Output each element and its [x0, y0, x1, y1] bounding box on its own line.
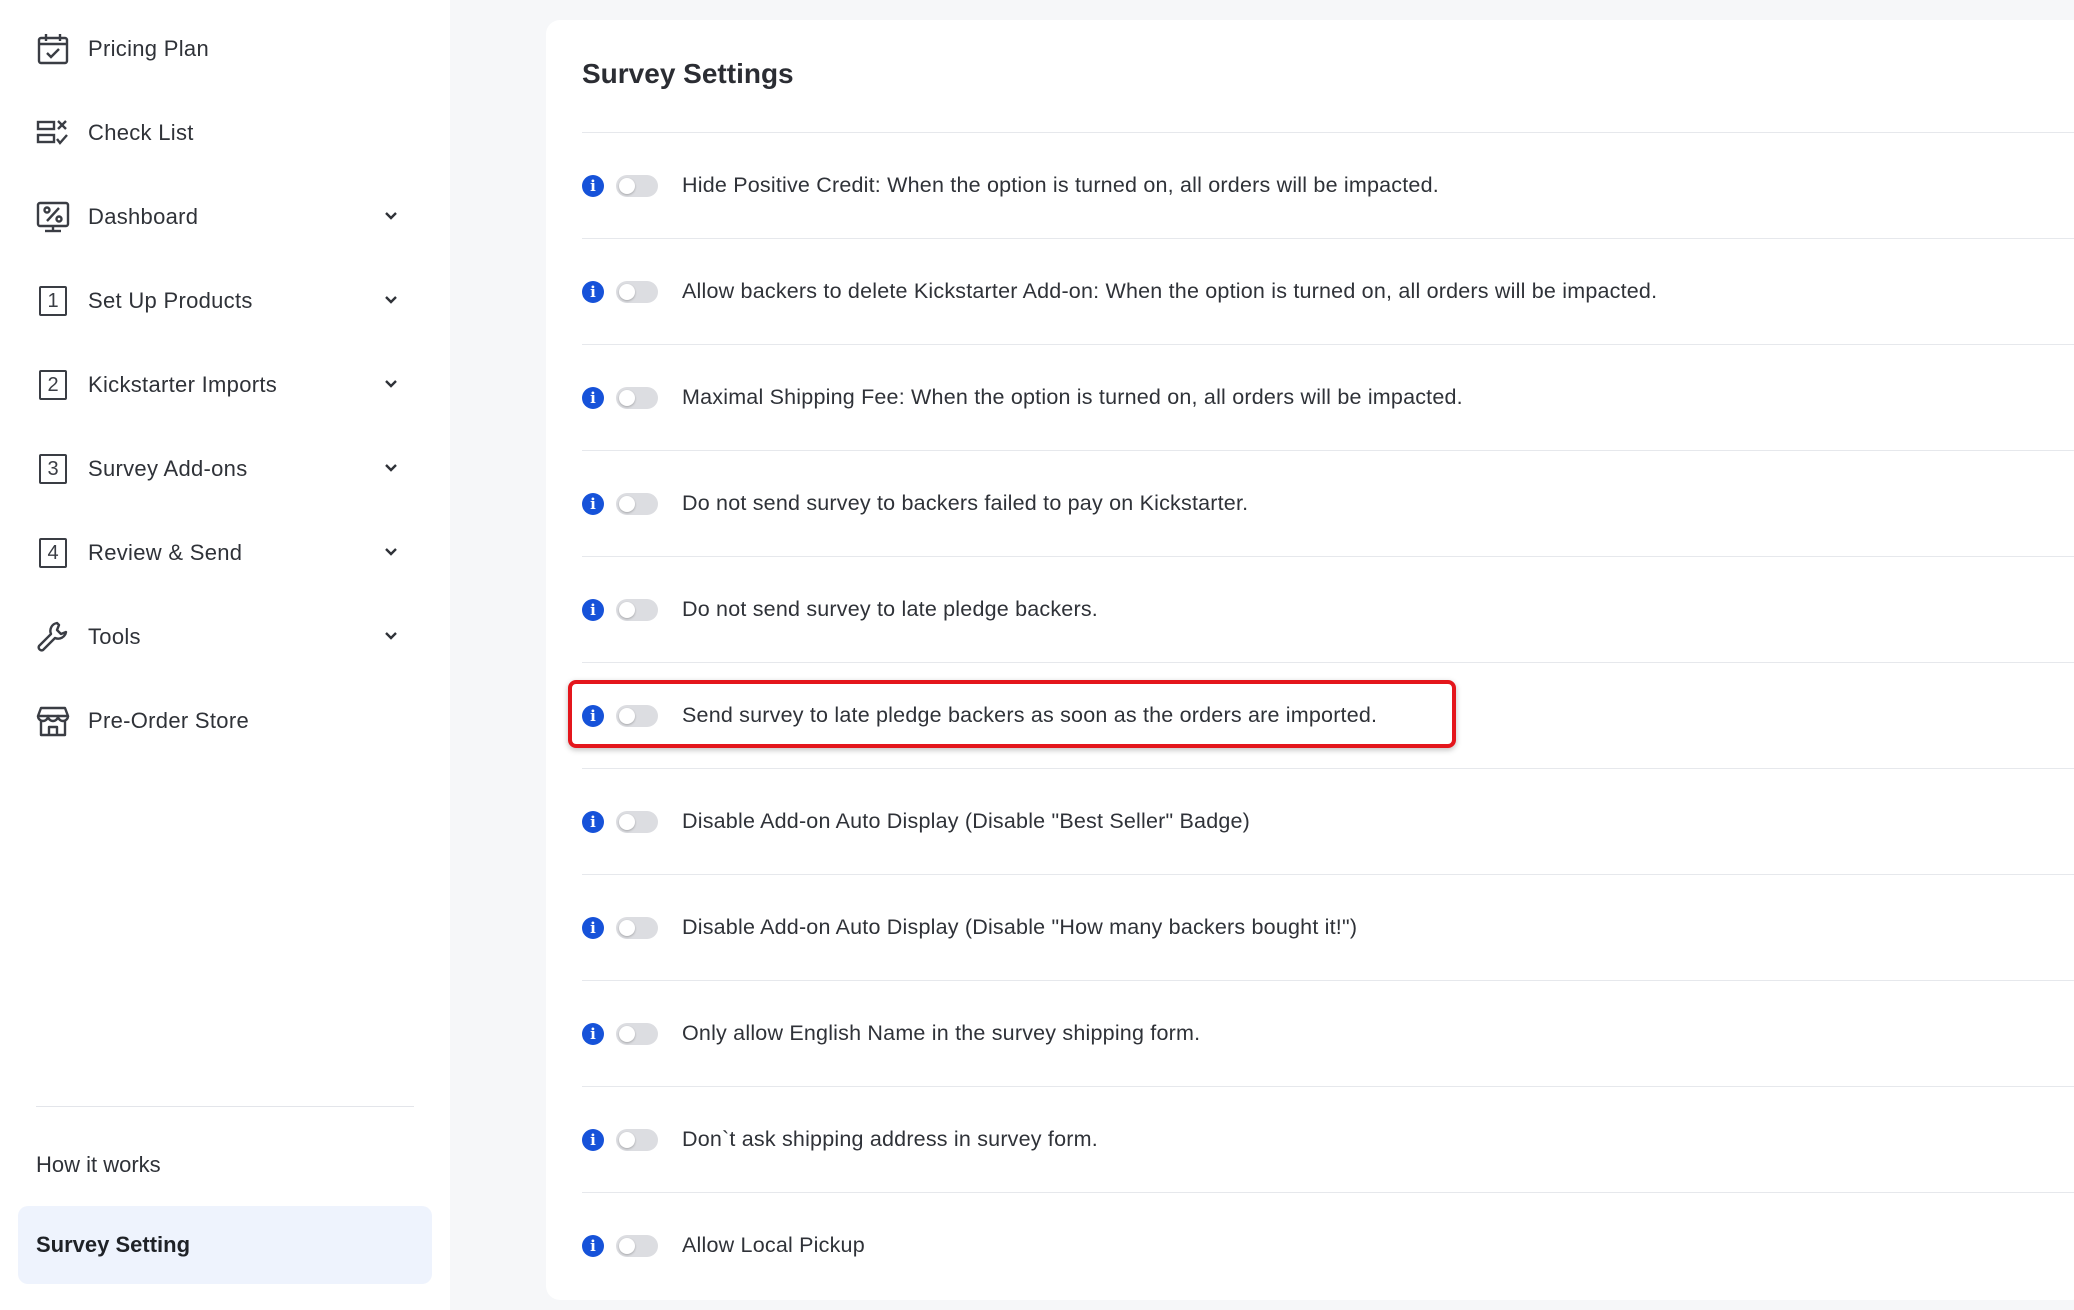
info-icon[interactable]: i [582, 916, 604, 939]
setting-row: i Do not send survey to backers failed t… [582, 450, 2074, 556]
setting-row: i Only allow English Name in the survey … [582, 980, 2074, 1086]
setting-toggle[interactable] [616, 598, 658, 621]
info-icon[interactable]: i [582, 1022, 604, 1045]
setting-toggle[interactable] [616, 386, 658, 409]
setting-row: i Send survey to late pledge backers as … [582, 662, 2074, 768]
sidebar-item-label: Set Up Products [88, 288, 253, 313]
setting-label: Maximal Shipping Fee: When the option is… [682, 385, 1463, 409]
setting-label: Disable Add-on Auto Display (Disable "Ho… [682, 915, 1358, 939]
setting-toggle[interactable] [616, 492, 658, 515]
sidebar-item-label: Check List [88, 120, 194, 145]
setting-label: Disable Add-on Auto Display (Disable "Be… [682, 809, 1251, 833]
sidebar-item-label: Pricing Plan [88, 36, 209, 61]
chevron-down-icon[interactable] [382, 543, 400, 561]
store-icon [36, 704, 70, 738]
setting-row: i Hide Positive Credit: When the option … [582, 132, 2074, 238]
sidebar-item-label: Dashboard [88, 204, 199, 229]
chevron-down-icon[interactable] [382, 627, 400, 645]
sidebar-item-label: Kickstarter Imports [88, 372, 278, 397]
step-3-icon: 3 [36, 452, 70, 486]
info-icon[interactable]: i [582, 174, 604, 197]
page-title: Survey Settings [582, 58, 794, 89]
sidebar-item-survey-setting[interactable]: Survey Setting [18, 1206, 432, 1284]
chevron-down-icon[interactable] [382, 207, 400, 225]
sidebar: Pricing Plan Check List Dashboard 1 Set … [0, 0, 450, 1310]
chevron-down-icon[interactable] [382, 291, 400, 309]
info-icon[interactable]: i [582, 280, 604, 303]
sidebar-item-label: Tools [88, 624, 141, 649]
setting-row: i Allow Local Pickup [582, 1192, 2074, 1298]
sidebar-item-set-up-products[interactable]: 1 Set Up Products [36, 273, 416, 329]
setting-label: Allow backers to delete Kickstarter Add-… [682, 279, 1658, 303]
setting-row: i Allow backers to delete Kickstarter Ad… [582, 238, 2074, 344]
setting-label: Do not send survey to late pledge backer… [682, 597, 1098, 621]
how-it-works-link[interactable]: How it works [36, 1152, 161, 1178]
survey-settings-panel: Survey Settings i Hide Positive Credit: … [546, 20, 2074, 1300]
calendar-check-icon [36, 32, 70, 66]
setting-toggle[interactable] [616, 1234, 658, 1257]
wrench-icon [36, 620, 70, 654]
chevron-down-icon[interactable] [382, 459, 400, 477]
step-1-icon: 1 [36, 284, 70, 318]
info-icon[interactable]: i [582, 598, 604, 621]
info-icon[interactable]: i [582, 492, 604, 515]
setting-row: i Maximal Shipping Fee: When the option … [582, 344, 2074, 450]
setting-toggle[interactable] [616, 1128, 658, 1151]
setting-label: Do not send survey to backers failed to … [682, 491, 1249, 515]
info-icon[interactable]: i [582, 810, 604, 833]
sidebar-item-label: Review & Send [88, 540, 243, 565]
setting-row: i Don`t ask shipping address in survey f… [582, 1086, 2074, 1192]
step-4-icon: 4 [36, 536, 70, 570]
sidebar-item-review-send[interactable]: 4 Review & Send [36, 525, 416, 581]
sidebar-item-pricing-plan[interactable]: Pricing Plan [36, 21, 416, 77]
dashboard-percent-icon [36, 200, 70, 234]
setting-toggle[interactable] [616, 810, 658, 833]
sidebar-item-label: Survey Add-ons [88, 456, 248, 481]
setting-toggle[interactable] [616, 1022, 658, 1045]
setting-label: Only allow English Name in the survey sh… [682, 1021, 1201, 1045]
sidebar-item-kickstarter-imports[interactable]: 2 Kickstarter Imports [36, 357, 416, 413]
setting-row: i Disable Add-on Auto Display (Disable "… [582, 768, 2074, 874]
sidebar-item-pre-order-store[interactable]: Pre-Order Store [36, 693, 416, 749]
sidebar-item-label: Pre-Order Store [88, 708, 249, 733]
sidebar-item-tools[interactable]: Tools [36, 609, 416, 665]
setting-toggle[interactable] [616, 174, 658, 197]
info-icon[interactable]: i [582, 704, 604, 727]
setting-label: Hide Positive Credit: When the option is… [682, 173, 1439, 197]
step-2-icon: 2 [36, 368, 70, 402]
chevron-down-icon[interactable] [382, 375, 400, 393]
setting-label: Allow Local Pickup [682, 1233, 865, 1257]
checklist-icon [36, 116, 70, 150]
setting-toggle[interactable] [616, 916, 658, 939]
info-icon[interactable]: i [582, 1128, 604, 1151]
setting-row: i Disable Add-on Auto Display (Disable "… [582, 874, 2074, 980]
info-icon[interactable]: i [582, 386, 604, 409]
setting-row: i Do not send survey to late pledge back… [582, 556, 2074, 662]
sidebar-item-dashboard[interactable]: Dashboard [36, 189, 416, 245]
setting-label: Send survey to late pledge backers as so… [682, 703, 1378, 727]
sidebar-divider [36, 1106, 414, 1107]
sidebar-item-check-list[interactable]: Check List [36, 105, 416, 161]
setting-label: Don`t ask shipping address in survey for… [682, 1127, 1098, 1151]
setting-toggle[interactable] [616, 704, 658, 727]
setting-toggle[interactable] [616, 280, 658, 303]
sidebar-item-survey-add-ons[interactable]: 3 Survey Add-ons [36, 441, 416, 497]
info-icon[interactable]: i [582, 1234, 604, 1257]
